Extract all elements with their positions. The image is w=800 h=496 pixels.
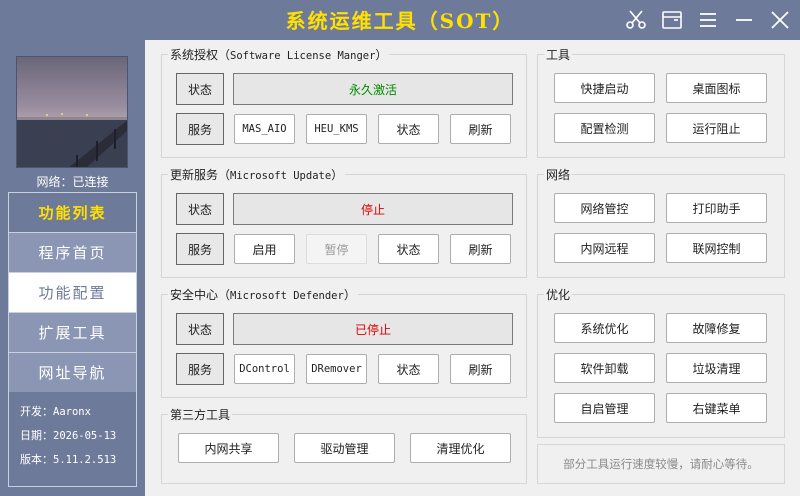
menu-item-url-nav[interactable]: 网址导航	[9, 353, 136, 393]
close-icon[interactable]	[768, 8, 792, 32]
update-status-value: 停止	[233, 193, 513, 225]
defender-group-title: 安全中心（Microsoft Defender）	[168, 286, 358, 303]
network-group: 网络 网络管控 打印助手 内网远程 联网控制	[537, 166, 785, 278]
date-row: 日期：2026-05-13	[20, 429, 117, 442]
optimize-group: 优化 系统优化 故障修复 软件卸载 垃圾清理 自启管理 右键菜单	[537, 286, 785, 438]
function-menu: 功能列表 程序首页 功能配置 扩展工具 网址导航	[8, 192, 137, 394]
menu-item-home[interactable]: 程序首页	[9, 233, 136, 273]
third-party-group-title: 第三方工具	[168, 406, 233, 423]
defender-state-button[interactable]: 状态	[378, 354, 439, 384]
update-state-button[interactable]: 状态	[378, 234, 439, 264]
license-service-label[interactable]: 服务	[176, 113, 224, 145]
lan-remote-button[interactable]: 内网远程	[554, 233, 655, 263]
software-uninstall-button[interactable]: 软件卸载	[554, 353, 655, 383]
network-status: 网络：已连接	[36, 175, 109, 189]
mas-aio-button[interactable]: MAS_AIO	[234, 114, 295, 144]
heu-kms-button[interactable]: HEU_KMS	[306, 114, 367, 144]
license-group-title: 系统授权（Software License Manger）	[168, 46, 390, 63]
sidebar: 网络：已连接 功能列表 程序首页 功能配置 扩展工具 网址导航 开发：Aaron…	[0, 40, 145, 496]
defender-group: 安全中心（Microsoft Defender） 状态 已停止 服务 DCont…	[161, 286, 527, 398]
update-group-title: 更新服务（Microsoft Update）	[168, 166, 346, 183]
developer-row: 开发：Aaronx	[20, 405, 91, 418]
lan-share-button[interactable]: 内网共享	[178, 433, 279, 463]
optimize-group-title: 优化	[544, 286, 573, 303]
version-row: 版本：5.11.2.513	[20, 453, 117, 466]
license-refresh-button[interactable]: 刷新	[450, 114, 511, 144]
menu-item-config[interactable]: 功能配置	[9, 273, 136, 313]
update-enable-button[interactable]: 启用	[234, 234, 295, 264]
license-status-value: 永久激活	[233, 73, 513, 105]
license-status-label[interactable]: 状态	[176, 73, 224, 105]
defender-status-value: 已停止	[233, 313, 513, 345]
fault-repair-button[interactable]: 故障修复	[666, 313, 767, 343]
scissors-icon[interactable]	[624, 8, 648, 32]
main-content: 系统授权（Software License Manger） 状态 永久激活 服务…	[145, 40, 800, 496]
internet-control-button[interactable]: 联网控制	[666, 233, 767, 263]
update-pause-button[interactable]: 暂停	[306, 234, 367, 264]
notice-text: 部分工具运行速度较慢，请耐心等待。	[537, 444, 785, 484]
cleanup-optimize-button[interactable]: 清理优化	[410, 433, 511, 463]
update-status-label[interactable]: 状态	[176, 193, 224, 225]
quick-launch-button[interactable]: 快捷启动	[554, 73, 655, 103]
app-info: 开发：Aaronx 日期：2026-05-13 版本：5.11.2.513	[8, 392, 137, 487]
window-icon[interactable]	[660, 8, 684, 32]
run-block-button[interactable]: 运行阻止	[666, 113, 767, 143]
context-menu-button[interactable]: 右键菜单	[666, 393, 767, 423]
tools-group: 工具 快捷启动 桌面图标 配置检测 运行阻止	[537, 46, 785, 158]
minimize-icon[interactable]	[732, 8, 756, 32]
menu-item-extensions[interactable]: 扩展工具	[9, 313, 136, 353]
dcontrol-button[interactable]: DControl	[234, 354, 295, 384]
dremover-button[interactable]: DRemover	[306, 354, 367, 384]
config-check-button[interactable]: 配置检测	[554, 113, 655, 143]
update-refresh-button[interactable]: 刷新	[450, 234, 511, 264]
avatar-photo	[16, 56, 128, 168]
desktop-icons-button[interactable]: 桌面图标	[666, 73, 767, 103]
network-group-title: 网络	[544, 166, 573, 183]
defender-refresh-button[interactable]: 刷新	[450, 354, 511, 384]
tools-group-title: 工具	[544, 46, 573, 63]
network-control-button[interactable]: 网络管控	[554, 193, 655, 223]
third-party-group: 第三方工具 内网共享 驱动管理 清理优化	[161, 406, 527, 484]
print-helper-button[interactable]: 打印助手	[666, 193, 767, 223]
menu-icon[interactable]	[696, 8, 720, 32]
junk-clean-button[interactable]: 垃圾清理	[666, 353, 767, 383]
system-optimize-button[interactable]: 系统优化	[554, 313, 655, 343]
license-group: 系统授权（Software License Manger） 状态 永久激活 服务…	[161, 46, 527, 158]
menu-header: 功能列表	[9, 193, 136, 233]
license-state-button[interactable]: 状态	[378, 114, 439, 144]
title-bar[interactable]: 系统运维工具（SOT）	[0, 0, 800, 40]
update-service-label[interactable]: 服务	[176, 233, 224, 265]
defender-service-label[interactable]: 服务	[176, 353, 224, 385]
driver-manager-button[interactable]: 驱动管理	[294, 433, 395, 463]
startup-manager-button[interactable]: 自启管理	[554, 393, 655, 423]
update-group: 更新服务（Microsoft Update） 状态 停止 服务 启用 暂停 状态…	[161, 166, 527, 278]
defender-status-label[interactable]: 状态	[176, 313, 224, 345]
